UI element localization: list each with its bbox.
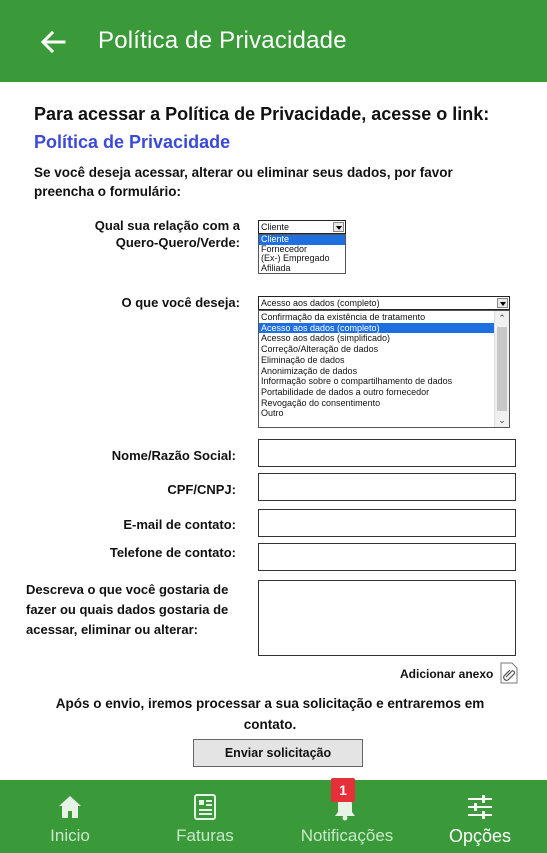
name-field[interactable] (258, 439, 516, 467)
nav-label: Notificações (300, 826, 394, 845)
relation-options-list[interactable]: Cliente Fornecedor (Ex-) Empregado Afili… (258, 234, 346, 274)
headline-text: Para acessar a Política de Privacidade, … (34, 104, 490, 124)
nav-label: Inicio (50, 826, 90, 845)
phone-field[interactable] (258, 543, 516, 571)
scroll-down-icon[interactable]: ⌄ (497, 415, 507, 425)
cpf-label: CPF/CNPJ: (167, 482, 236, 497)
nav-item-faturas[interactable]: Faturas (150, 780, 260, 853)
app-bar: Política de Privacidade (0, 0, 547, 82)
request-selected-value: Acesso aos dados (completo) (261, 298, 380, 308)
request-option[interactable]: Anonimização de dados (259, 366, 494, 377)
page-title: Política de Privacidade (98, 27, 347, 54)
scroll-up-icon[interactable]: ⌃ (497, 313, 507, 323)
email-field[interactable] (258, 509, 516, 537)
after-submit-text: Após o envio, iremos processar a sua sol… (55, 696, 485, 732)
invoice-icon (194, 794, 216, 820)
description-textarea[interactable] (258, 580, 516, 656)
relation-option[interactable]: Afiliada (259, 263, 345, 274)
headline: Para acessar a Política de Privacidade, … (34, 100, 514, 156)
request-option[interactable]: Revogação do consentimento (259, 398, 494, 409)
request-option[interactable]: Informação sobre o compartilhamento de d… (259, 376, 494, 387)
sliders-icon (468, 795, 492, 819)
scrollbar[interactable]: ⌃ ⌄ (494, 311, 509, 427)
chevron-down-icon[interactable] (333, 222, 344, 232)
nav-item-inicio[interactable]: Inicio (30, 780, 110, 853)
relation-selected-value: Cliente (261, 222, 290, 232)
privacy-policy-link[interactable]: Política de Privacidade (34, 132, 230, 152)
back-arrow-icon[interactable] (34, 22, 74, 62)
attach-label[interactable]: Adicionar anexo (400, 667, 493, 681)
nav-label: Faturas (176, 826, 234, 845)
relation-label: Qual sua relação com a Quero-Quero/Verde… (94, 218, 240, 250)
bottom-nav: Inicio Faturas Notificações Opções (0, 780, 547, 853)
nav-label: Opções (448, 826, 512, 846)
request-option[interactable]: Acesso aos dados (simplificado) (259, 333, 494, 344)
notification-badge: 1 (331, 778, 355, 802)
intro-text: Se você deseja acessar, alterar ou elimi… (34, 165, 453, 199)
request-options-list[interactable]: Confirmação da existência de tratamento … (258, 310, 510, 428)
phone-label: Telefone de contato: (109, 545, 236, 560)
home-icon (59, 796, 81, 818)
submit-button[interactable]: Enviar solicitação (193, 739, 363, 767)
request-select[interactable]: Acesso aos dados (completo) (258, 296, 510, 310)
paperclip-icon[interactable] (498, 662, 520, 684)
request-label: O que você deseja: (121, 295, 241, 310)
privacy-form: Para acessar a Política de Privacidade, … (0, 82, 547, 780)
request-option[interactable]: Outro (259, 408, 494, 419)
request-option[interactable]: Portabilidade de dados a outro fornecedo… (259, 387, 494, 398)
description-label: Descreva o que você gostaria de fazer ou… (26, 582, 229, 637)
relation-select[interactable]: Cliente (258, 220, 346, 234)
email-label: E-mail de contato: (123, 517, 236, 532)
request-option[interactable]: Correção/Alteração de dados (259, 344, 494, 355)
cpf-field[interactable] (258, 473, 516, 501)
request-option[interactable]: Acesso aos dados (completo) (259, 322, 494, 334)
nav-item-opcoes[interactable]: Opções (430, 780, 530, 853)
name-label: Nome/Razão Social: (111, 448, 236, 463)
request-option[interactable]: Confirmação da existência de tratamento (259, 312, 494, 323)
scrollbar-thumb[interactable] (497, 327, 507, 411)
chevron-down-icon[interactable] (497, 298, 508, 308)
request-option[interactable]: Eliminação de dados (259, 355, 494, 366)
